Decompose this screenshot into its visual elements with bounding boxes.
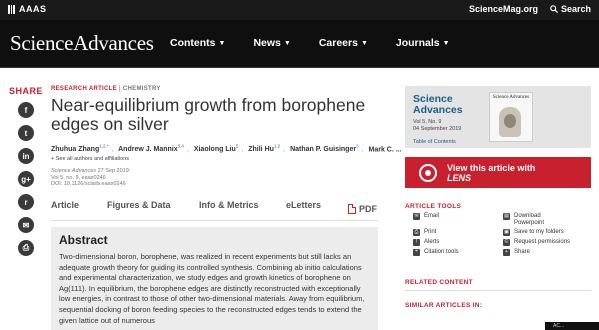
reddit-icon[interactable]: r — [18, 194, 34, 210]
share-panel: SHARE f t in g+ r ✉ ⎙ — [8, 86, 44, 263]
similar-articles-heading[interactable]: SIMILAR ARTICLES IN: — [405, 302, 482, 309]
lens-label: View this article with LENS — [447, 162, 536, 183]
abstract-text: Two-dimensional boron, borophene, was re… — [59, 252, 365, 325]
publication-info: Science Advances 27 Sep 2019: Vol 5, no.… — [51, 168, 381, 188]
article-type[interactable]: RESEARCH ARTICLE — [51, 86, 117, 92]
article-title: Near-equilibrium growth from borophene e… — [51, 95, 366, 134]
download-powerpoint-tool[interactable]: ▤ Download Powerpoint — [503, 213, 555, 227]
email-icon[interactable]: ✉ — [18, 217, 34, 233]
lens-icon — [419, 163, 437, 182]
author-link[interactable]: Zhuhua Zhang1,2,* — [51, 144, 108, 153]
chevron-down-icon: ▼ — [283, 39, 291, 47]
aaas-logo[interactable]: AAAS — [8, 4, 47, 14]
sciencemag-link[interactable]: ScienceMag.org — [469, 4, 538, 14]
google-plus-icon[interactable]: g+ — [18, 171, 34, 187]
article-header: RESEARCH ARTICLE | CHEMISTRY Near-equilibr… — [51, 86, 402, 188]
chevron-down-icon: ▼ — [442, 39, 450, 47]
facebook-icon[interactable]: f — [18, 102, 34, 118]
pdf-icon — [348, 204, 356, 214]
table-of-contents-link[interactable]: Table of Contents — [413, 139, 456, 145]
view-with-lens-button[interactable]: View this article with LENS — [405, 157, 591, 188]
tab-eletters[interactable]: eLetters — [286, 200, 348, 218]
main-nav-menu: Contents ▼ News ▼ Careers ▼ Journals ▼ — [170, 37, 450, 49]
search-icon — [550, 5, 558, 13]
tab-pdf[interactable]: PDF — [348, 200, 377, 218]
author-list: Zhuhua Zhang1,2,*, Andrew J. Mannix3,4, … — [51, 144, 402, 154]
request-permissions-tool[interactable]: © Request permissions — [503, 239, 570, 246]
cover-title: Science Advances — [492, 95, 530, 100]
email-icon: ✉ — [413, 213, 420, 220]
tab-info-metrics[interactable]: Info & Metrics — [199, 200, 286, 218]
cover-art — [499, 107, 521, 137]
author-link[interactable]: Xiaolong Liu5 — [194, 144, 239, 153]
author-link[interactable]: Nathan P. Guisinger3 — [290, 144, 359, 153]
powerpoint-icon: ▤ — [503, 213, 510, 220]
nav-journals[interactable]: Journals ▼ — [396, 37, 450, 49]
article-subject[interactable]: CHEMISTRY — [123, 86, 161, 92]
tab-article[interactable]: Article — [51, 200, 107, 218]
citation-tools-tool[interactable]: ❝ Citation tools — [413, 249, 459, 256]
twitter-icon[interactable]: t — [18, 125, 34, 141]
article-tabs: Article Figures & Data Info & Metrics eL… — [51, 200, 378, 218]
related-divider — [405, 290, 591, 291]
tab-figures-data[interactable]: Figures & Data — [107, 200, 199, 218]
abstract-section: Abstract Two-dimensional boron, borophen… — [51, 227, 378, 330]
nav-news[interactable]: News ▼ — [253, 37, 290, 49]
linkedin-icon[interactable]: in — [18, 148, 34, 164]
tab-pdf-label: PDF — [359, 204, 377, 214]
author-link[interactable]: Andrew J. Mannix3,4 — [118, 144, 184, 153]
quote-icon: ❝ — [413, 249, 420, 256]
save-to-folders-tool[interactable]: ▣ Save to my folders — [503, 229, 564, 236]
share-title: SHARE — [8, 86, 43, 96]
main-navbar: ScienceAdvances Contents ▼ News ▼ Careers ▼… — [0, 20, 599, 68]
print-tool[interactable]: ⎙ Print — [413, 229, 436, 236]
nav-careers[interactable]: Careers ▼ — [319, 37, 368, 49]
issue-journal-name: Science Advances — [413, 93, 463, 116]
see-all-authors-link[interactable]: + See all authors and affiliations — [51, 156, 381, 162]
share-icon: + — [503, 249, 510, 256]
tabs-divider — [51, 220, 378, 221]
share-tool[interactable]: + Share — [503, 249, 530, 256]
chevron-down-icon: ▼ — [218, 39, 226, 47]
science-advances-logo[interactable]: ScienceAdvances — [10, 31, 154, 56]
taskbar-fragment: AC... — [545, 322, 599, 330]
journal-name: Science Advances — [51, 168, 97, 175]
article-type-line: RESEARCH ARTICLE | CHEMISTRY — [51, 86, 161, 92]
print-icon[interactable]: ⎙ — [18, 240, 34, 256]
aaas-logo-icon — [8, 4, 16, 14]
search-label: Search — [560, 4, 591, 14]
author-link[interactable]: Zhili Hu1,2 — [248, 144, 280, 153]
copyright-icon: © — [503, 239, 510, 246]
email-tool[interactable]: ✉ Email — [413, 213, 439, 220]
related-content-heading[interactable]: RELATED CONTENT — [405, 279, 473, 286]
folder-icon: ▣ — [503, 229, 510, 236]
chevron-down-icon: ▼ — [360, 39, 368, 47]
issue-cover-image[interactable]: Science Advances — [489, 92, 533, 142]
aaas-label: AAAS — [19, 4, 47, 14]
author-link[interactable]: Mark C. ... — [369, 146, 402, 153]
search-button[interactable]: Search — [550, 4, 591, 14]
abstract-heading: Abstract — [59, 233, 108, 247]
print-icon: ⎙ — [413, 229, 420, 236]
issue-meta: Vol 5, No. 9 04 September 2019 — [413, 119, 461, 132]
top-bar: AAAS ScienceMag.org Search — [0, 0, 599, 20]
article-tools-heading: ARTICLE TOOLS — [405, 203, 462, 210]
alerts-tool[interactable]: ! Alerts — [413, 239, 439, 246]
alert-icon: ! — [413, 239, 420, 246]
nav-contents[interactable]: Contents ▼ — [170, 37, 225, 49]
doi[interactable]: DOI: 10.1126/sciadv.eaax0246 — [51, 181, 381, 188]
pub-date: 27 Sep 2019: — [97, 168, 131, 175]
issue-date: 04 September 2019 — [413, 125, 462, 132]
